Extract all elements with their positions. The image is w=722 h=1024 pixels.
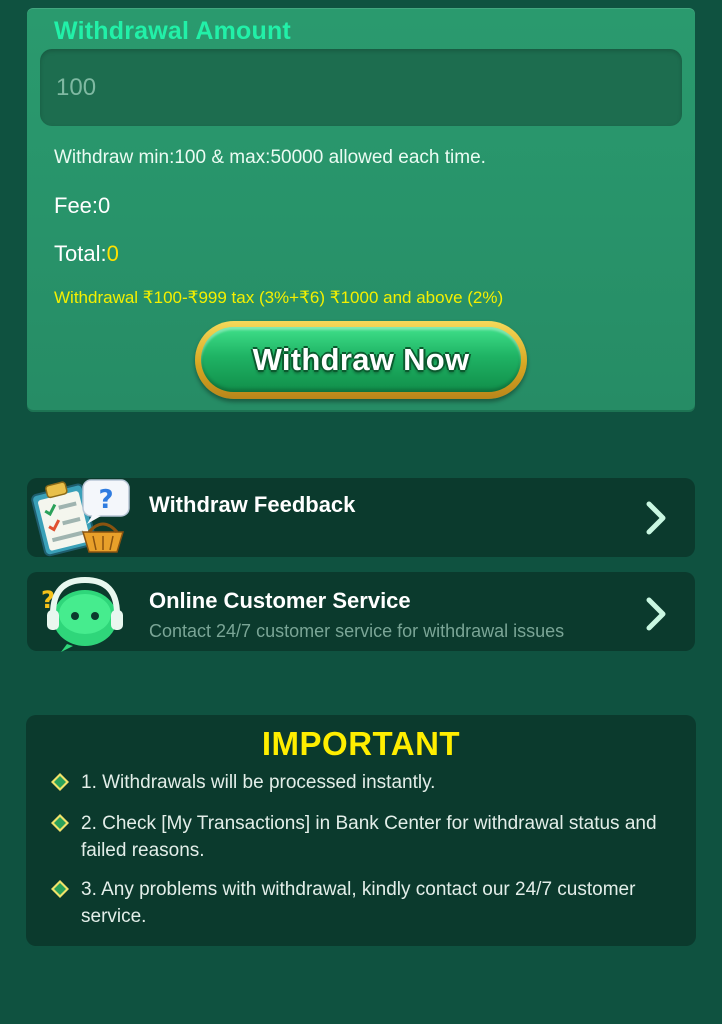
important-item: 2. Check [My Transactions] in Bank Cente… [81,813,657,861]
fee-row: Fee:0 [54,193,110,219]
fee-value: 0 [98,193,111,218]
important-title: IMPORTANT [261,725,461,762]
tax-info-text: Withdrawal ₹100-₹999 tax (3%+₹6) ₹1000 a… [54,288,504,307]
support-headset-icon: ? [41,576,123,652]
withdraw-page: Withdrawal Amount Withdraw min:100 & max… [0,0,722,1024]
total-label: Total: [54,241,107,266]
withdraw-limit-text: Withdraw min:100 & max:50000 allowed eac… [54,147,486,168]
important-item: 1. Withdrawals will be processed instant… [81,772,436,793]
withdraw-now-button[interactable]: Withdraw Now [195,321,527,399]
fee-label: Fee: [54,193,99,218]
diamond-bullet-icon [51,773,69,791]
feedback-clipboard-icon: ? [31,479,130,557]
total-value: 0 [106,241,119,266]
total-row: Total:0 [54,241,119,267]
customer-service-title: Online Customer Service [149,588,411,613]
withdrawal-amount-title: Withdrawal Amount [54,17,291,45]
online-customer-service-link[interactable]: ? Online Customer Service Contact 24/7 c… [27,572,695,652]
chevron-right-icon [646,501,666,535]
withdraw-feedback-link[interactable]: ? Withdraw Feedback [27,478,695,557]
withdrawal-amount-input[interactable] [40,49,682,126]
chevron-right-icon [646,597,666,631]
withdraw-now-button-face: Withdraw Now [201,327,521,392]
important-item: 3. Any problems with withdrawal, kindly … [81,879,636,927]
withdrawal-panel: Withdrawal Amount Withdraw min:100 & max… [27,8,695,410]
diamond-bullet-icon [51,880,69,898]
diamond-bullet-icon [51,814,69,832]
important-notice: IMPORTANT 1. Withdrawals will be process… [26,715,696,946]
withdraw-now-label: Withdraw Now [252,341,470,377]
withdraw-feedback-title: Withdraw Feedback [149,492,356,517]
svg-text:?: ? [98,485,113,515]
customer-service-subtitle: Contact 24/7 customer service for withdr… [149,621,565,641]
